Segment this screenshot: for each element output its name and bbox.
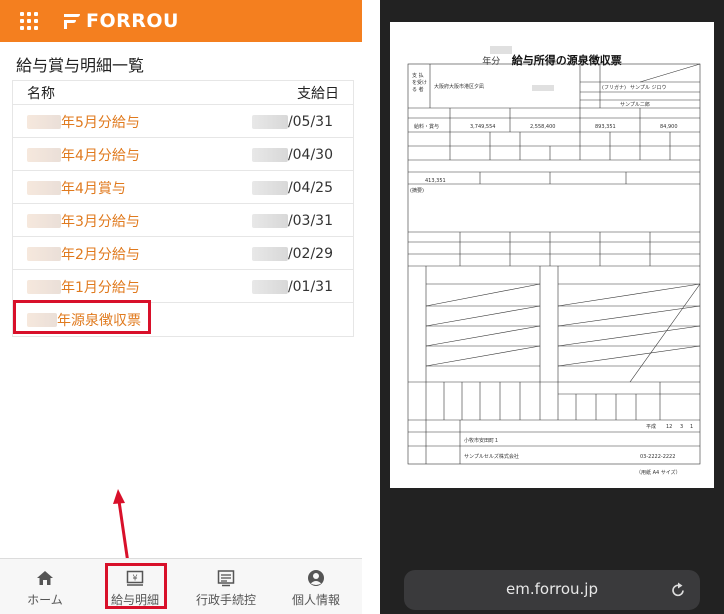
doc-footer: （用紙 A4 サイズ） (636, 469, 681, 476)
pay-date: /04/25 (287, 180, 333, 196)
payslip-list: 名称 支給日 年5月分給与 /05/31 年4月分給与 /04/30 年4月賞与… (12, 80, 354, 337)
list-item[interactable]: 年4月分給与 /04/30 (13, 138, 353, 171)
redacted-year (27, 247, 61, 261)
pay-date: /02/29 (287, 246, 333, 262)
svg-text:(摘要): (摘要) (410, 187, 424, 194)
list-item[interactable]: 年2月分給与 /02/29 (13, 237, 353, 270)
nav-label: 行政手続控 (195, 593, 256, 607)
svg-text:(フリガナ): (フリガナ) (602, 84, 626, 91)
doc-address: 大阪府大阪市港区夕凪 (434, 83, 484, 90)
nav-item-home[interactable]: ホーム (0, 559, 90, 614)
redacted-year (251, 214, 288, 228)
list-item[interactable]: 年5月分給与 /05/31 (13, 105, 353, 138)
grid-menu-icon[interactable] (20, 12, 38, 30)
redacted-year (27, 115, 61, 129)
brand-name: FORROU (86, 10, 179, 32)
doc-name: サンプル二郎 (620, 101, 650, 108)
list-item[interactable]: 年4月賞与 /04/25 (13, 171, 353, 204)
redacted-year (251, 247, 288, 261)
redacted-year (251, 181, 288, 195)
doc-social-insurance: 413,351 (425, 178, 446, 184)
redacted-year (251, 115, 288, 129)
svg-text:支 払: 支 払 (412, 72, 424, 79)
payslip-link[interactable]: 年2月分給与 (61, 244, 140, 264)
highlight-box-payslips-nav (105, 563, 167, 609)
pay-date: /03/31 (287, 213, 333, 229)
doc-amount-3: 893,351 (595, 124, 616, 130)
redacted-year (251, 280, 288, 294)
person-icon (308, 570, 324, 586)
withholding-slip-document: 年分 給与所得の源泉徴収票 支 払 を受け る 者 大阪府大阪市港区夕凪 (フリ… (390, 22, 714, 488)
list-item[interactable]: 年1月分給与 /01/31 (13, 270, 353, 303)
payslip-link[interactable]: 年4月賞与 (61, 178, 126, 198)
redacted-year (27, 280, 61, 294)
document-form: 支 払 を受け る 者 大阪府大阪市港区夕凪 (フリガナ) サンプル ジロウ サ… (407, 46, 701, 476)
nav-item-personal-info[interactable]: 個人情報 (271, 559, 361, 614)
list-item[interactable]: 年3月分給与 /03/31 (13, 204, 353, 237)
doc-payer-tel: 03-2222-2222 (640, 454, 675, 460)
nav-item-admin-procedures[interactable]: 行政手続控 (181, 559, 271, 614)
payslip-link[interactable]: 年3月分給与 (61, 211, 140, 231)
pay-date: /05/31 (287, 114, 333, 130)
browser-panel: 年分 給与所得の源泉徴収票 支 払 を受け る 者 大阪府大阪市港区夕凪 (フリ… (380, 0, 724, 614)
bottom-nav: ホーム ¥ 給与明細 行政手続控 個人情報 (0, 558, 362, 614)
doc-era: 平成 (646, 423, 656, 430)
payslip-link[interactable]: 年4月分給与 (61, 145, 140, 165)
doc-date-1: 12 (666, 424, 672, 430)
page-title: 給与賞与明細一覧 (16, 56, 145, 75)
home-icon (37, 571, 53, 585)
doc-amount-4: 84,900 (660, 124, 678, 130)
column-header-pay-date: 支給日 (297, 86, 339, 102)
svg-text:る 者: る 者 (412, 87, 424, 93)
doc-payer-address: 小牧市安田町１ (464, 437, 499, 444)
payslip-link[interactable]: 年5月分給与 (61, 112, 140, 132)
svg-text:を受け: を受け (412, 79, 427, 86)
brand-mark-icon (64, 14, 80, 29)
url-text[interactable]: em.forrou.jp (404, 580, 700, 598)
address-bar[interactable]: em.forrou.jp (404, 570, 700, 610)
doc-payer-name: サンプルセルズ株式会社 (464, 453, 519, 460)
red-arrow-annotation (113, 489, 130, 564)
doc-name-kana: サンプル ジロウ (630, 84, 666, 91)
column-header-name: 名称 (27, 86, 55, 102)
nav-label: ホーム (27, 593, 63, 607)
doc-amount-1: 3,749,554 (470, 124, 495, 130)
highlight-box-withholding (13, 300, 151, 334)
doc-date-3: 1 (690, 424, 693, 430)
redacted-year (27, 214, 61, 228)
reload-icon[interactable] (670, 581, 686, 599)
payslip-link[interactable]: 年1月分給与 (61, 277, 140, 297)
redacted-year (27, 148, 61, 162)
doc-date-2: 3 (680, 424, 683, 430)
doc-pay-type: 給料・賞与 (414, 123, 439, 130)
redacted-year (251, 148, 288, 162)
pay-date: /01/31 (287, 279, 333, 295)
app-panel: FORROU 給与賞与明細一覧 名称 支給日 年5月分給与 /05/31 年4月… (0, 0, 362, 614)
brand-logo[interactable]: FORROU (62, 9, 179, 33)
doc-amount-2: 2,558,400 (530, 124, 555, 130)
top-bar: FORROU (0, 0, 362, 42)
pay-date: /04/30 (287, 147, 333, 163)
list-header: 名称 支給日 (13, 81, 353, 105)
document-list-icon (217, 570, 235, 587)
redacted-year (27, 181, 61, 195)
nav-label: 個人情報 (291, 593, 340, 607)
